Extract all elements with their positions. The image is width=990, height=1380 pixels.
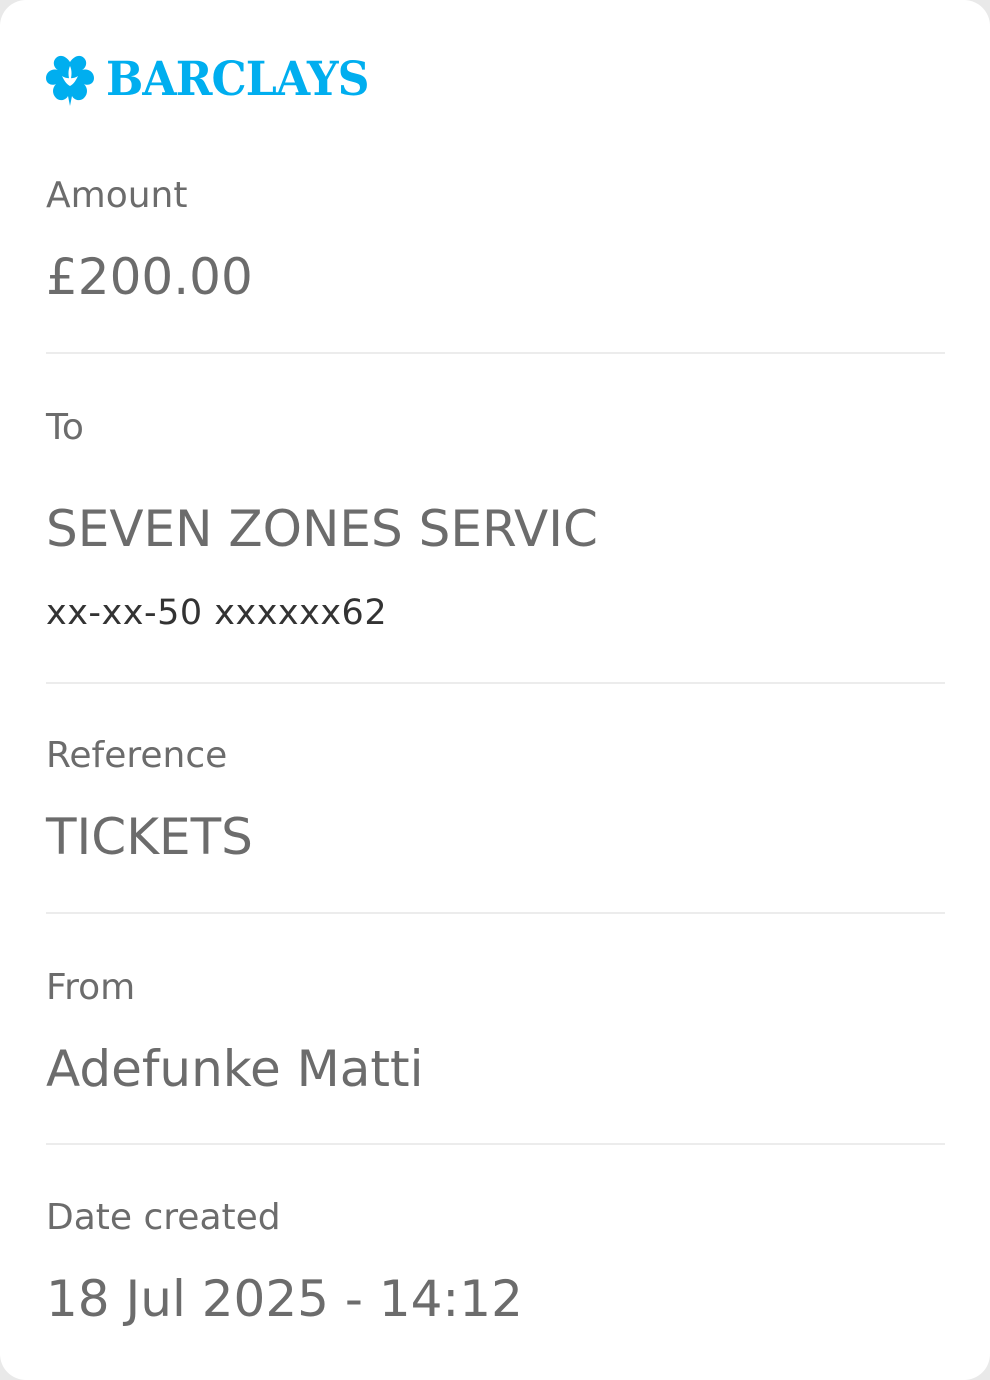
payee-account-number: xx-xx-50 xxxxxx62	[46, 593, 388, 633]
divider	[46, 912, 945, 914]
eagle-icon	[44, 52, 96, 106]
divider	[46, 1143, 945, 1145]
reference-value: TICKETS	[46, 808, 253, 866]
from-value: Adefunke Matti	[46, 1040, 424, 1098]
divider	[46, 352, 945, 354]
amount-value: £200.00	[46, 248, 253, 306]
date-created-label: Date created	[46, 1197, 281, 1238]
divider	[46, 682, 945, 684]
brand-name: BARCLAYS	[106, 51, 370, 107]
date-created-value: 18 Jul 2025 - 14:12	[46, 1270, 523, 1328]
barclays-logo: BARCLAYS	[44, 50, 385, 108]
to-label: To	[46, 407, 84, 448]
payee-name: SEVEN ZONES SERVIC	[46, 500, 598, 558]
payment-details-card: BARCLAYS Amount £200.00 To SEVEN ZONES S…	[0, 0, 990, 1380]
reference-label: Reference	[46, 735, 228, 776]
from-label: From	[46, 967, 136, 1008]
amount-label: Amount	[46, 175, 188, 216]
